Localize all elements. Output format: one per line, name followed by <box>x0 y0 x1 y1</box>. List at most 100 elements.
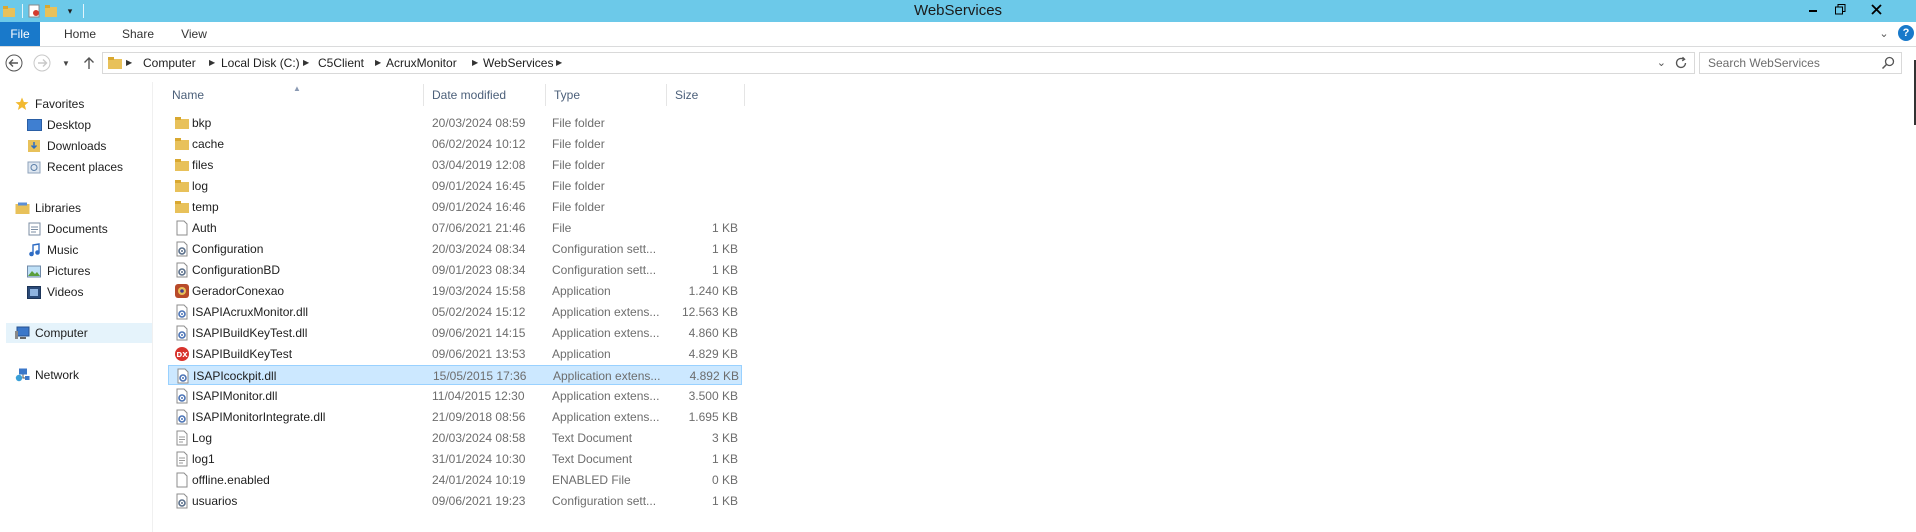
title-bar[interactable]: ▾ WebServices <box>0 0 1916 22</box>
table-row[interactable]: files 03/04/2019 12:08 File folder <box>168 155 742 175</box>
nav-pictures[interactable]: Pictures <box>26 262 90 280</box>
table-row[interactable]: ISAPIBuildKeyTest.dll 09/06/2021 14:15 App… <box>168 323 742 343</box>
config-file-icon <box>174 493 190 509</box>
nav-favorites-label: Favorites <box>35 97 85 111</box>
table-row[interactable]: ISAPIMonitor.dll 11/04/2015 12:30 Applicat… <box>168 386 742 406</box>
file-type: Application extens... <box>552 326 660 340</box>
table-row[interactable]: usuarios 09/06/2021 19:23 Configuration se… <box>168 491 742 511</box>
breadcrumb-c5client[interactable]: C5Client <box>318 53 364 73</box>
nav-recent-places[interactable]: Recent places <box>26 158 123 176</box>
nav-computer[interactable]: Computer <box>14 324 88 342</box>
tab-home[interactable]: Home <box>62 22 98 46</box>
search-box[interactable]: Search WebServices <box>1699 52 1902 74</box>
new-folder-icon[interactable] <box>45 3 59 19</box>
table-row[interactable]: Configuration 20/03/2024 08:34 Configurati… <box>168 239 742 259</box>
file-size: 1 KB <box>711 494 738 508</box>
table-row[interactable]: ISAPIcockpit.dll 15/05/2015 17:36 Applicat… <box>168 365 742 385</box>
customize-toolbar-icon[interactable]: ▾ <box>63 3 77 19</box>
breadcrumb-arrow[interactable]: ▶ <box>472 53 478 73</box>
breadcrumb-arrow[interactable]: ▶ <box>209 53 215 73</box>
breadcrumb-arrow[interactable]: ▶ <box>126 53 132 73</box>
nav-favorites[interactable]: Favorites <box>14 95 84 113</box>
file-date-modified: 31/01/2024 10:30 <box>432 452 526 466</box>
file-size <box>668 176 738 196</box>
file-type: Text Document <box>552 431 633 445</box>
file-date-modified: 07/06/2021 21:46 <box>432 221 526 235</box>
config-file-icon <box>174 241 190 257</box>
minimize-button[interactable] <box>1800 0 1826 18</box>
table-row[interactable]: offline.enabled 24/01/2024 10:19 ENABLED F… <box>168 470 742 490</box>
pictures-icon <box>26 264 42 278</box>
table-row[interactable]: ISAPIAcruxMonitor.dll 05/02/2024 15:12 App… <box>168 302 742 322</box>
column-header-date-modified[interactable]: Date modified <box>424 84 546 106</box>
column-header-size[interactable]: Size <box>667 84 745 106</box>
table-row[interactable]: temp 09/01/2024 16:46 File folder <box>168 197 742 217</box>
nav-desktop[interactable]: Desktop <box>26 116 91 134</box>
breadcrumb-local-disk[interactable]: Local Disk (C:) <box>221 53 300 73</box>
file-name: usuarios <box>192 494 238 508</box>
back-button[interactable] <box>4 53 24 73</box>
table-row[interactable]: DX ISAPIBuildKeyTest 09/06/2021 13:53 Appli… <box>168 344 742 364</box>
file-type: File folder <box>552 137 605 151</box>
expand-ribbon-icon[interactable]: ⌄ <box>1876 24 1892 42</box>
table-row[interactable]: Log 20/03/2024 08:58 Text Document 3 KB <box>168 428 742 448</box>
table-row[interactable]: Auth 07/06/2021 21:46 File 1 KB <box>168 218 742 238</box>
file-size: 1 KB <box>711 221 738 235</box>
help-icon[interactable]: ? <box>1898 25 1914 41</box>
file-size: 12.563 KB <box>681 305 738 319</box>
restore-button[interactable] <box>1827 0 1853 18</box>
nav-videos[interactable]: Videos <box>26 283 83 301</box>
tab-view[interactable]: View <box>179 22 209 46</box>
file-name: offline.enabled <box>192 473 270 487</box>
breadcrumb-arrow[interactable]: ▶ <box>375 53 381 73</box>
breadcrumb-webservices[interactable]: WebServices <box>483 53 553 73</box>
nav-music[interactable]: Music <box>26 241 78 259</box>
recent-locations-icon[interactable]: ▼ <box>60 53 72 73</box>
tab-file[interactable]: File <box>0 22 40 46</box>
search-input[interactable]: Search WebServices <box>1708 53 1820 73</box>
text-document-icon <box>174 451 190 467</box>
forward-button[interactable] <box>32 53 52 73</box>
file-date-modified: 21/09/2018 08:56 <box>432 410 526 424</box>
breadcrumb-arrow[interactable]: ▶ <box>556 53 562 73</box>
table-row[interactable]: log 09/01/2024 16:45 File folder <box>168 176 742 196</box>
breadcrumb-acruxmonitor[interactable]: AcruxMonitor <box>386 53 457 73</box>
nav-libraries[interactable]: Libraries <box>14 199 81 217</box>
nav-downloads[interactable]: Downloads <box>26 137 106 155</box>
file-date-modified: 09/01/2024 16:46 <box>432 200 526 214</box>
file-name: ISAPIBuildKeyTest.dll <box>192 326 308 340</box>
file-date-modified: 20/03/2024 08:34 <box>432 242 526 256</box>
column-header-type[interactable]: Type <box>546 84 667 106</box>
file-date-modified: 19/03/2024 15:58 <box>432 284 526 298</box>
refresh-icon[interactable] <box>1674 56 1688 73</box>
nav-documents[interactable]: Documents <box>26 220 108 238</box>
close-button[interactable] <box>1854 0 1898 18</box>
ribbon-tabs: File Home Share View ⌄ ? <box>0 22 1916 47</box>
file-size: 4.860 KB <box>688 326 738 340</box>
up-button[interactable] <box>80 53 98 73</box>
table-row[interactable]: cache 06/02/2024 10:12 File folder <box>168 134 742 154</box>
folder-icon <box>174 115 190 131</box>
file-name: Log <box>192 431 213 445</box>
dll-file-icon <box>175 368 191 384</box>
file-name: cache <box>192 137 225 151</box>
table-row[interactable]: GeradorConexao 19/03/2024 15:58 Applicatio… <box>168 281 742 301</box>
properties-icon[interactable] <box>27 3 41 19</box>
breadcrumb-arrow[interactable]: ▶ <box>303 53 309 73</box>
table-row[interactable]: bkp 20/03/2024 08:59 File folder <box>168 113 742 133</box>
window-title: WebServices <box>913 2 1003 19</box>
table-row[interactable]: ISAPIMonitorIntegrate.dll 21/09/2018 08:5… <box>168 407 742 427</box>
navigation-bar: ▼ ▶ Computer ▶ Local Disk (C:) ▶ C5Clien… <box>0 47 1916 81</box>
file-date-modified: 09/01/2023 08:34 <box>432 263 526 277</box>
toolbar-separator <box>22 4 23 18</box>
tab-share[interactable]: Share <box>121 22 155 46</box>
nav-desktop-label: Desktop <box>47 118 92 132</box>
search-icon[interactable] <box>1881 56 1895 70</box>
address-bar[interactable]: ▶ Computer ▶ Local Disk (C:) ▶ C5Client … <box>102 52 1695 74</box>
address-dropdown-icon[interactable]: ⌄ <box>1657 53 1666 73</box>
table-row[interactable]: log1 31/01/2024 10:30 Text Document 1 KB <box>168 449 742 469</box>
nav-network[interactable]: Network <box>14 366 79 384</box>
breadcrumb-computer[interactable]: Computer <box>143 53 196 73</box>
table-row[interactable]: ConfigurationBD 09/01/2023 08:34 Configura… <box>168 260 742 280</box>
file-date-modified: 24/01/2024 10:19 <box>432 473 526 487</box>
